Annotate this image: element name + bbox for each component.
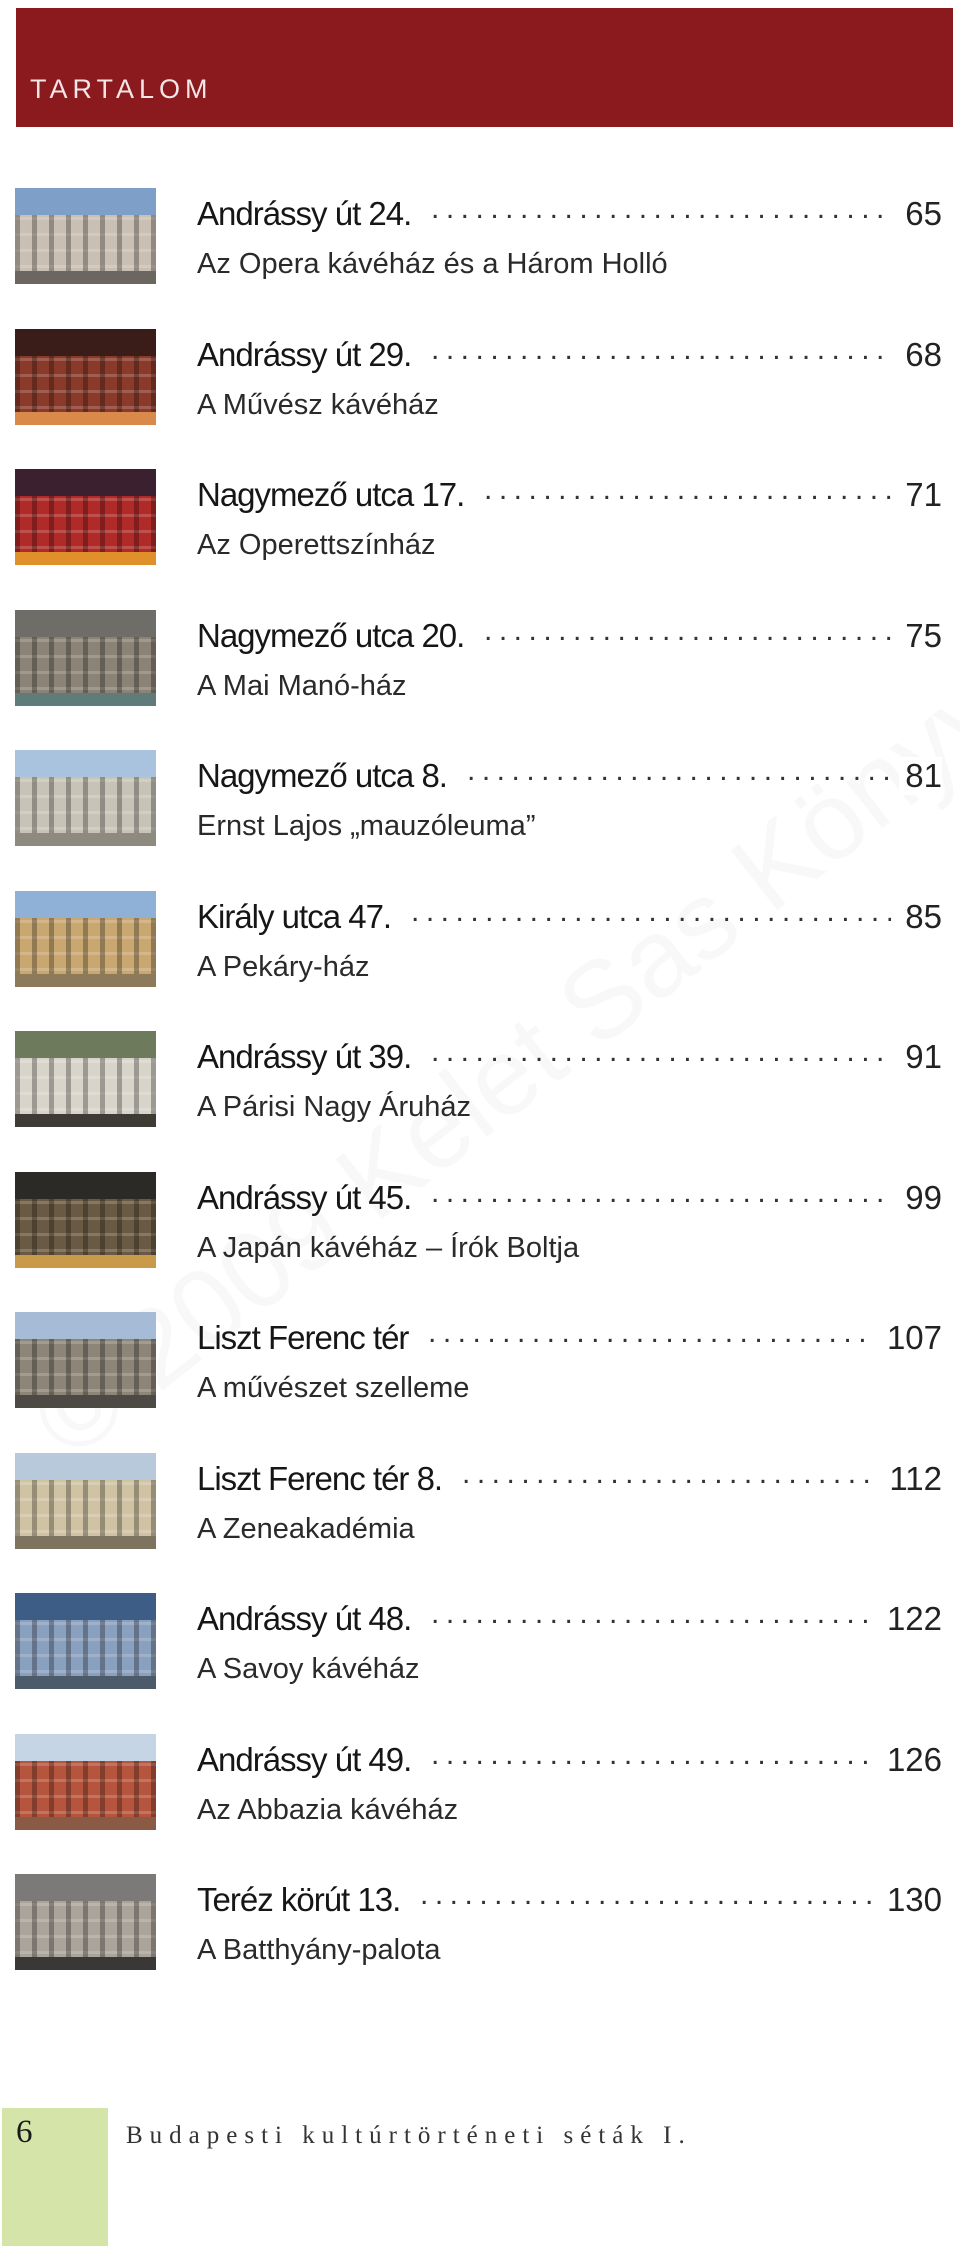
toc-entry[interactable]: Nagymező utca 20........................… [0,610,960,720]
entry-subtitle: A Mai Manó-ház [197,670,407,702]
entry-page-number: 75 [899,617,942,655]
building-photo [15,1453,156,1549]
entry-title: Andrássy út 49. [197,1741,412,1778]
dot-leader: ................................... [420,1878,873,1911]
entry-subtitle: A Savoy kávéház [197,1653,420,1685]
entry-page-number: 112 [883,1460,942,1498]
toc-entry[interactable]: Andrássy út 39..........................… [0,1031,960,1141]
building-photo [15,1172,156,1268]
entry-title: Liszt Ferenc tér 8. [197,1460,443,1497]
entry-page-number: 107 [880,1319,942,1357]
entry-title: Teréz körút 13. [197,1881,401,1918]
entry-page-number: 99 [899,1179,942,1217]
toc-entry[interactable]: Liszt Ferenc tér 8......................… [0,1453,960,1563]
entry-page-number: 71 [899,476,942,514]
entry-subtitle: A Zeneakadémia [197,1513,415,1545]
entry-subtitle: A művészet szelleme [197,1372,470,1404]
entry-title: Király utca 47. [197,898,392,935]
dot-leader: ................................ [484,473,891,506]
toc-entry[interactable]: Nagymező utca 17........................… [0,469,960,579]
entry-title: Andrássy út 48. [197,1600,412,1637]
entry-title: Andrássy út 29. [197,336,412,373]
building-photo [15,750,156,846]
dot-leader: ................................ [484,614,891,647]
entry-subtitle: A Batthyány-palota [197,1934,441,1966]
building-photo [15,1734,156,1830]
entry-subtitle: A Japán kávéház – Írók Boltja [197,1232,580,1264]
entry-title: Andrássy út 24. [197,195,412,232]
entry-page-number: 68 [899,336,942,374]
entry-title: Nagymező utca 17. [197,476,465,513]
dot-leader: ................................... [431,333,891,366]
dot-leader: ................................. [467,754,891,787]
dot-leader: ................................... [431,1176,891,1209]
entry-title: Nagymező utca 20. [197,617,465,654]
entry-subtitle: Az Opera kávéház és a Három Holló [197,248,668,280]
entry-subtitle: A Művész kávéház [197,389,439,421]
entry-subtitle: Az Operettszínház [197,529,436,561]
section-header: TARTALOM [16,8,953,127]
entry-subtitle: Az Abbazia kávéház [197,1794,459,1826]
page-number: 6 [16,2114,33,2150]
entry-page-number: 81 [899,757,942,795]
toc-entry[interactable]: Liszt Ferenc tér........................… [0,1312,960,1422]
entry-subtitle: A Párisi Nagy Áruház [197,1091,472,1123]
toc-entry[interactable]: Andrássy út 24..........................… [0,188,960,298]
building-photo [15,1312,156,1408]
entry-subtitle: Ernst Lajos „mauzóleuma” [197,810,536,842]
toc-entry[interactable]: Andrássy út 45..........................… [0,1172,960,1282]
building-photo [15,329,156,425]
entry-title: Andrássy út 45. [197,1179,412,1216]
toc-entry[interactable]: Teréz körút 13..........................… [0,1874,960,1984]
entry-page-number: 122 [880,1600,942,1638]
entry-title: Liszt Ferenc tér [197,1319,409,1356]
toc-entry[interactable]: Király utca 47..........................… [0,891,960,1001]
section-title: TARTALOM [30,74,213,104]
building-photo [15,1031,156,1127]
dot-leader: ..................................... [411,895,891,928]
building-photo [15,891,156,987]
toc-entry[interactable]: Nagymező utca 8.........................… [0,750,960,860]
running-footer: Budapesti kultúrtörténeti séták I. [126,2122,692,2149]
dot-leader: .................................. [431,1597,873,1630]
toc-entry[interactable]: Andrássy út 48..........................… [0,1593,960,1703]
entry-page-number: 85 [899,898,942,936]
entry-title: Nagymező utca 8. [197,757,448,794]
dot-leader: ................................... [431,192,891,225]
building-photo [15,610,156,706]
building-photo [15,469,156,565]
entry-page-number: 130 [880,1881,942,1919]
entry-page-number: 65 [899,195,942,233]
building-photo [15,188,156,284]
dot-leader: .................................. [428,1316,873,1349]
entry-title: Andrássy út 39. [197,1038,412,1075]
toc-entry[interactable]: Andrássy út 49..........................… [0,1734,960,1844]
dot-leader: .................................. [431,1738,873,1771]
entry-page-number: 126 [880,1741,942,1779]
toc-entry[interactable]: Andrássy út 29..........................… [0,329,960,439]
building-photo [15,1593,156,1689]
dot-leader: ................................ [462,1457,875,1490]
building-photo [15,1874,156,1970]
dot-leader: ................................... [431,1035,891,1068]
entry-page-number: 91 [899,1038,942,1076]
entry-subtitle: A Pekáry-ház [197,951,370,983]
